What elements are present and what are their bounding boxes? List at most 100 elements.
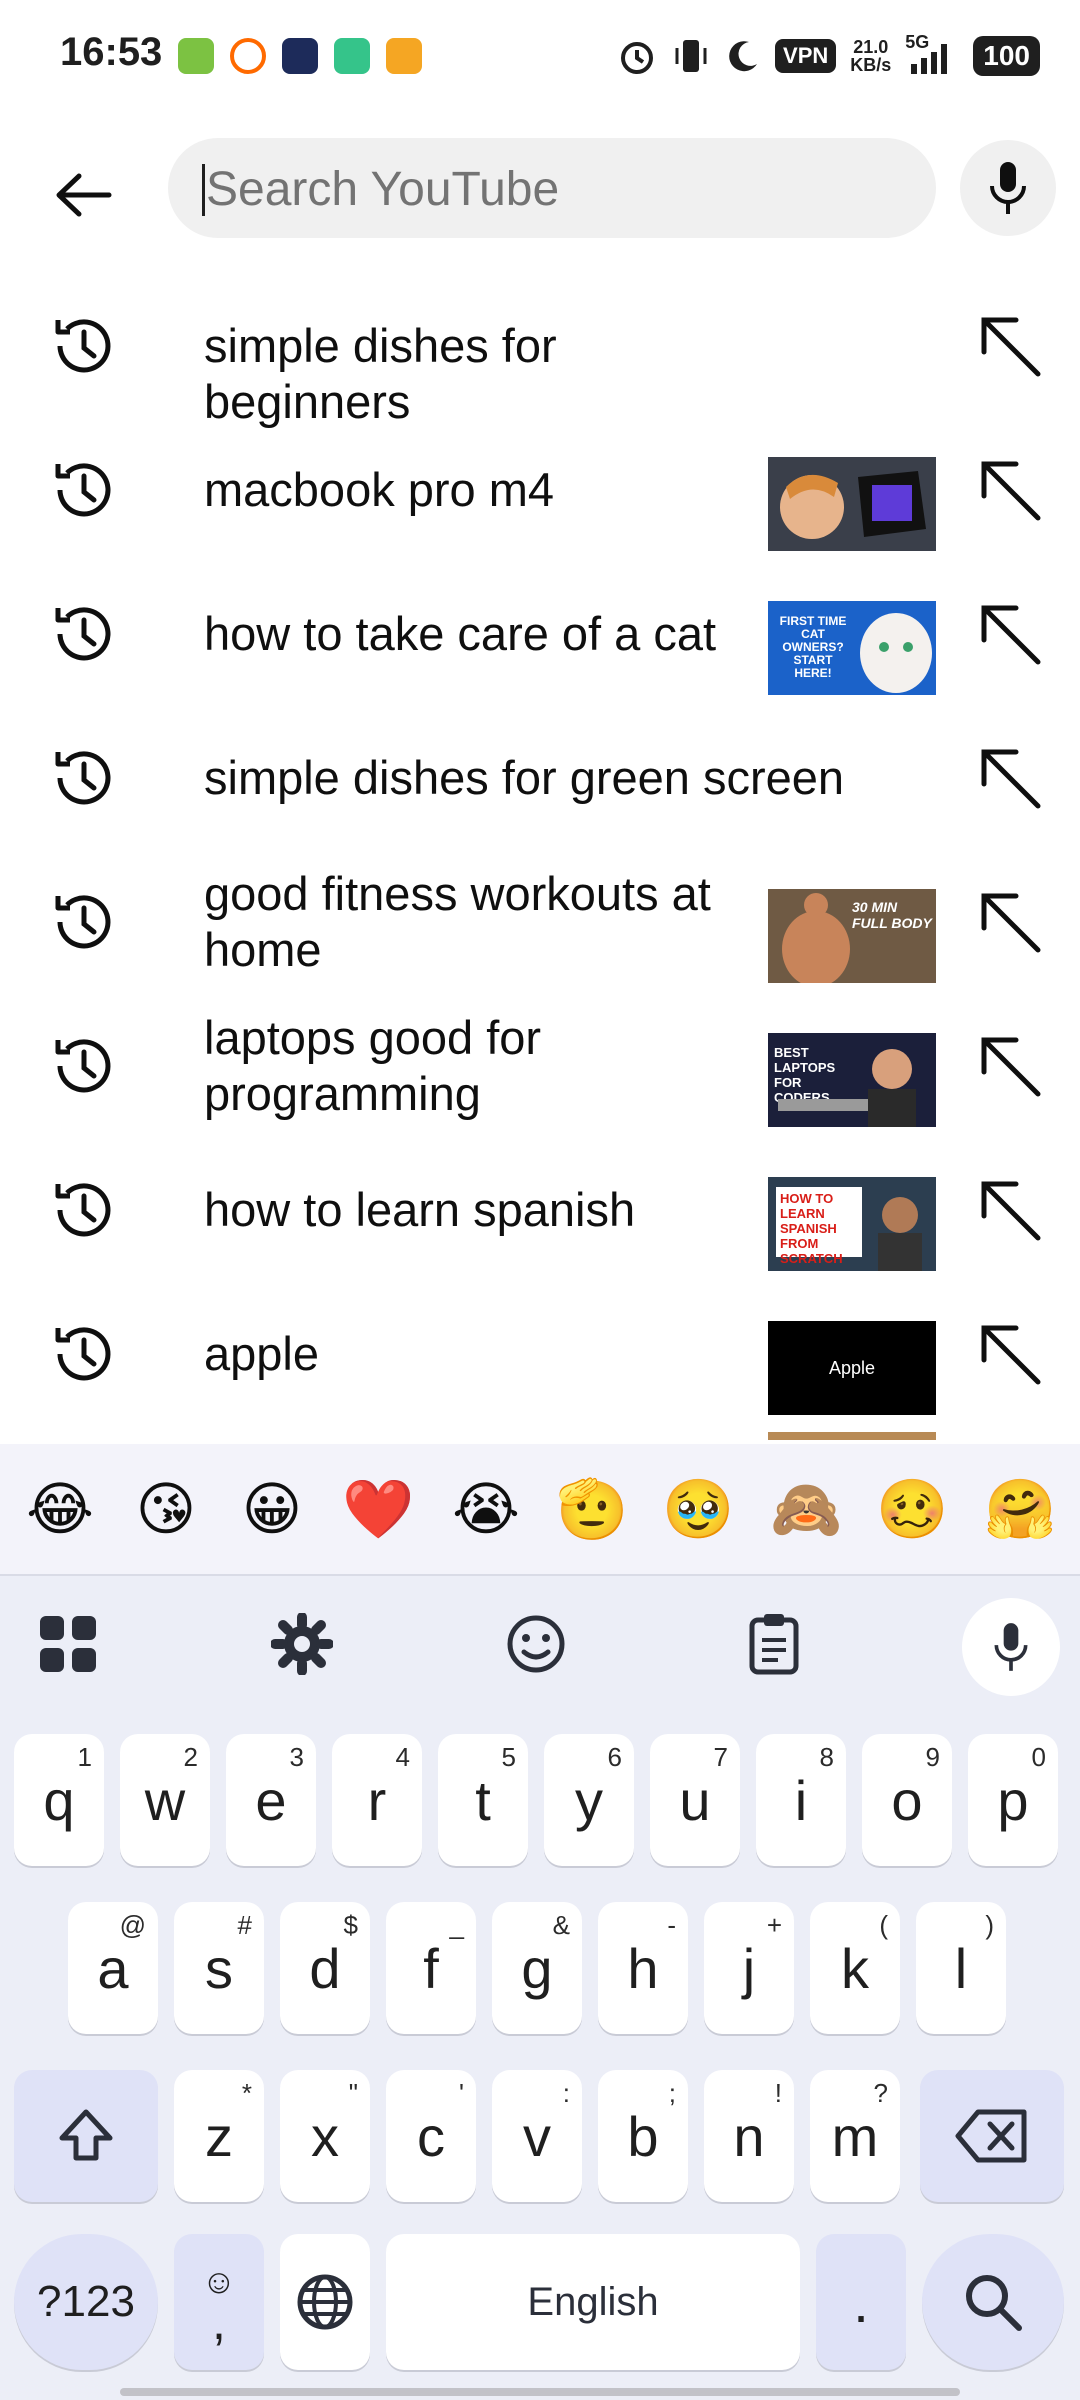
fill-query-arrow-icon[interactable] bbox=[970, 450, 1050, 530]
status-bar: 16:53 VPN 21.0 KB/s 5G 100 bbox=[0, 0, 1080, 110]
emoji-key[interactable]: ❤️ bbox=[342, 1474, 414, 1546]
shift-key[interactable] bbox=[14, 2070, 158, 2202]
emoji-key[interactable]: 🫡 bbox=[556, 1474, 628, 1546]
key-d[interactable]: d $ bbox=[280, 1902, 370, 2034]
emoji-comma-key[interactable]: ☺ , bbox=[174, 2234, 264, 2370]
suggestion-text: apple bbox=[204, 1327, 319, 1380]
suggestion-thumbnail: 30 MIN FULL BODY bbox=[768, 889, 936, 983]
key-v[interactable]: v: bbox=[492, 2070, 582, 2202]
search-suggestions-list: simple dishes for beginners macbook pro … bbox=[0, 260, 1080, 1440]
key-hint: # bbox=[237, 1910, 252, 1940]
key-s[interactable]: s # bbox=[174, 1902, 264, 2034]
voice-search-button[interactable] bbox=[960, 140, 1056, 236]
key-hint: @ bbox=[119, 1910, 146, 1940]
suggestion-item[interactable]: apple Apple bbox=[0, 1278, 1080, 1422]
key-g[interactable]: g & bbox=[492, 1902, 582, 2034]
key-k[interactable]: k( bbox=[810, 1902, 900, 2034]
network-speed-value: 21.0 bbox=[853, 37, 889, 57]
suggestion-thumbnail: Apple bbox=[768, 1321, 936, 1415]
key-t[interactable]: t5 bbox=[438, 1734, 528, 1866]
history-icon bbox=[55, 1183, 111, 1237]
key-x[interactable]: x " bbox=[280, 2070, 370, 2202]
key-q[interactable]: q1 bbox=[14, 1734, 104, 1866]
backspace-key[interactable] bbox=[920, 2070, 1064, 2202]
search-action-key[interactable] bbox=[922, 2234, 1064, 2370]
key-label: c bbox=[417, 2104, 445, 2168]
back-button[interactable] bbox=[38, 150, 128, 240]
emoji-key[interactable]: 🙈 bbox=[770, 1474, 842, 1546]
key-label: g bbox=[521, 1936, 553, 2000]
key-f[interactable]: f _ bbox=[386, 1902, 476, 2034]
key-hint: " bbox=[348, 2078, 358, 2108]
battery-indicator: 100 bbox=[973, 36, 1040, 76]
fill-query-arrow-icon[interactable] bbox=[970, 594, 1050, 674]
language-key[interactable] bbox=[280, 2234, 370, 2370]
suggestion-item[interactable]: good fitness workouts at home 30 MIN FUL… bbox=[0, 846, 1080, 990]
fill-query-arrow-icon[interactable] bbox=[970, 882, 1050, 962]
suggestion-item[interactable]: macbook pro m4 bbox=[0, 414, 1080, 558]
key-hint: 6 bbox=[607, 1742, 622, 1772]
key-label: , bbox=[212, 2294, 226, 2350]
emoji-key[interactable]: 😭 bbox=[450, 1474, 522, 1546]
backspace-icon bbox=[955, 2109, 1027, 2163]
key-a[interactable]: a @ bbox=[68, 1902, 158, 2034]
emoji-key[interactable]: 😂 bbox=[24, 1474, 96, 1546]
vibrate-icon bbox=[675, 40, 707, 72]
status-app-icons bbox=[178, 38, 422, 74]
key-o[interactable]: o9 bbox=[862, 1734, 952, 1866]
emoji-key[interactable]: 🥴 bbox=[876, 1474, 948, 1546]
key-hint: _ bbox=[449, 1910, 464, 1940]
suggestion-item[interactable]: how to take care of a cat FIRST TIME CAT… bbox=[0, 558, 1080, 702]
keyboard-settings-button[interactable] bbox=[266, 1608, 338, 1680]
key-hint: * bbox=[241, 2078, 252, 2108]
key-m[interactable]: m? bbox=[810, 2070, 900, 2202]
emoji-key[interactable]: 🥹 bbox=[662, 1474, 734, 1546]
period-key[interactable]: . bbox=[816, 2234, 906, 2370]
suggestion-text: how to take care of a cat bbox=[204, 607, 717, 660]
key-l[interactable]: l) bbox=[916, 1902, 1006, 2034]
emoji-key[interactable]: 😘 bbox=[130, 1474, 202, 1546]
key-b[interactable]: b; bbox=[598, 2070, 688, 2202]
fill-query-arrow-icon[interactable] bbox=[970, 306, 1050, 386]
suggestion-item[interactable]: how to learn spanish HOW TO LEARN SPANIS… bbox=[0, 1134, 1080, 1278]
keyboard-voice-input-button[interactable] bbox=[962, 1598, 1060, 1696]
search-input[interactable] bbox=[204, 138, 908, 240]
fill-query-arrow-icon[interactable] bbox=[970, 1026, 1050, 1106]
history-icon bbox=[55, 607, 111, 661]
key-label: s bbox=[205, 1936, 233, 2000]
fill-query-arrow-icon[interactable] bbox=[970, 738, 1050, 818]
shift-arrow-icon bbox=[59, 2109, 113, 2161]
clipboard-button[interactable] bbox=[738, 1608, 810, 1680]
key-c[interactable]: c ' bbox=[386, 2070, 476, 2202]
key-e[interactable]: e3 bbox=[226, 1734, 316, 1866]
emoji-panel-button[interactable] bbox=[500, 1608, 572, 1680]
emoji-key[interactable]: 🤗 bbox=[984, 1474, 1056, 1546]
key-label: a bbox=[97, 1936, 129, 2000]
key-p[interactable]: p0 bbox=[968, 1734, 1058, 1866]
key-u[interactable]: u7 bbox=[650, 1734, 740, 1866]
key-h[interactable]: h- bbox=[598, 1902, 688, 2034]
fill-query-arrow-icon[interactable] bbox=[970, 1314, 1050, 1394]
search-box[interactable] bbox=[168, 138, 936, 240]
suggestion-thumbnail: HOW TO LEARN SPANISH FROM SCRATCH bbox=[768, 1177, 936, 1271]
history-icon bbox=[55, 895, 111, 949]
emoji-suggestion-bar: 😂 😘 😀 ❤️ 😭 🫡 🥹 🙈 🥴 🤗 bbox=[0, 1444, 1080, 1576]
key-n[interactable]: n! bbox=[704, 2070, 794, 2202]
suggestion-item[interactable]: simple dishes for green screen bbox=[0, 702, 1080, 846]
apps-grid-button[interactable] bbox=[32, 1608, 104, 1680]
key-z[interactable]: z * bbox=[174, 2070, 264, 2202]
fill-query-arrow-icon[interactable] bbox=[970, 1170, 1050, 1250]
key-r[interactable]: r4 bbox=[332, 1734, 422, 1866]
suggestion-text: laptops good for programming bbox=[204, 1011, 542, 1120]
gesture-navigation-bar[interactable] bbox=[120, 2388, 960, 2396]
key-i[interactable]: i8 bbox=[756, 1734, 846, 1866]
suggestion-item[interactable]: simple dishes for beginners bbox=[0, 270, 1080, 428]
symbols-key[interactable]: ?123 bbox=[14, 2234, 158, 2370]
key-j[interactable]: j + bbox=[704, 1902, 794, 2034]
key-w[interactable]: w2 bbox=[120, 1734, 210, 1866]
suggestion-thumbnail: BEST LAPTOPS FOR CODERS bbox=[768, 1033, 936, 1127]
space-bar[interactable]: English bbox=[386, 2234, 800, 2370]
key-y[interactable]: y6 bbox=[544, 1734, 634, 1866]
emoji-key[interactable]: 😀 bbox=[236, 1474, 308, 1546]
suggestion-item[interactable]: laptops good for programming BEST LAPTOP… bbox=[0, 990, 1080, 1134]
